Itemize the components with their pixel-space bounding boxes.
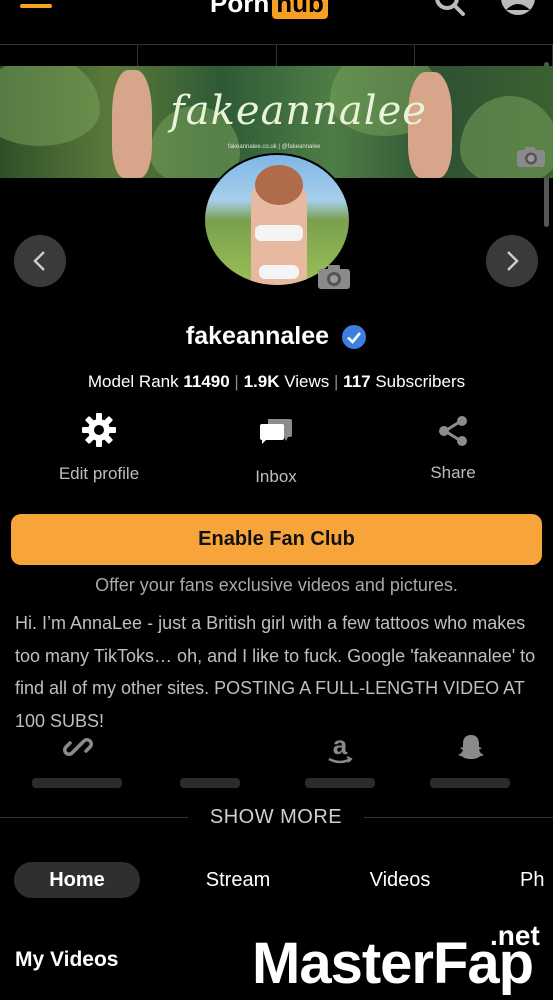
- edit-profile-label: Edit profile: [58, 464, 140, 483]
- next-arrow-button[interactable]: [486, 235, 538, 287]
- logo-badge-text: hub: [272, 0, 328, 19]
- social-link-amazon[interactable]: a: [310, 732, 370, 772]
- category-strip: [0, 44, 553, 66]
- hamburger-menu-icon[interactable]: [20, 4, 52, 8]
- faded-label: [430, 778, 510, 788]
- social-link-snapchat[interactable]: [441, 732, 501, 772]
- svg-text:a: a: [333, 732, 348, 760]
- subscribers-value: 117: [343, 372, 371, 391]
- profile-stats: Model Rank 11490 | 1.9K Views | 117 Subs…: [0, 372, 553, 392]
- tab-videos[interactable]: Videos: [350, 862, 450, 898]
- amazon-icon: a: [328, 732, 353, 764]
- logo-text: Porn: [210, 0, 270, 18]
- top-header: Porn hub: [0, 0, 553, 44]
- link-icon: [63, 738, 93, 756]
- share-label: Share: [430, 463, 476, 482]
- gear-icon: [82, 413, 116, 447]
- edit-avatar-camera-icon[interactable]: [317, 264, 351, 290]
- views-value: 1.9K: [243, 372, 280, 391]
- chevron-left-icon: [33, 251, 45, 271]
- subscribers-label: Subscribers: [375, 372, 466, 391]
- profile-name-row: fakeannalee: [0, 322, 553, 351]
- banner-small-text: fakeannalee.co.uk | @fakeannalee: [228, 144, 321, 150]
- model-rank-label: Model Rank: [87, 372, 179, 391]
- share-icon: [439, 416, 467, 446]
- search-icon[interactable]: [432, 0, 468, 20]
- section-title: My Videos: [15, 948, 119, 971]
- model-rank-value: 11490: [183, 372, 230, 391]
- site-logo[interactable]: Porn hub: [210, 0, 328, 19]
- edit-profile-button[interactable]: Edit profile: [29, 412, 169, 484]
- watermark-suffix: .net: [490, 920, 540, 951]
- show-more-button[interactable]: SHOW MORE: [188, 806, 364, 829]
- fan-club-note: Offer your fans exclusive videos and pic…: [95, 575, 458, 595]
- stats-separator: |: [234, 372, 239, 391]
- stats-separator: |: [334, 372, 339, 391]
- chevron-right-icon: [507, 251, 519, 271]
- profile-bio: Hi. I’m AnnaLee - just a British girl wi…: [15, 613, 536, 731]
- snapchat-ghost-icon: [458, 735, 484, 759]
- watermark: MasterFap .net: [252, 920, 552, 1000]
- tab-stream[interactable]: Stream: [188, 862, 288, 898]
- chat-bubbles-icon: [260, 419, 292, 444]
- tab-photos[interactable]: Ph: [520, 862, 553, 898]
- views-label: Views: [284, 372, 330, 391]
- edit-banner-camera-icon[interactable]: [516, 146, 546, 168]
- social-link-official-site[interactable]: [48, 732, 108, 772]
- faded-label: [180, 778, 240, 788]
- profile-username: fakeannalee: [185, 322, 330, 350]
- share-button[interactable]: Share: [383, 415, 523, 483]
- banner-script-name: fakeannalee: [170, 88, 427, 134]
- divider: [364, 817, 553, 818]
- enable-fan-club-button[interactable]: Enable Fan Club: [11, 514, 542, 565]
- faded-label: [32, 778, 122, 788]
- tab-home[interactable]: Home: [14, 862, 140, 898]
- verified-badge-icon: [342, 324, 367, 349]
- user-account-icon[interactable]: [498, 0, 538, 20]
- divider: [0, 817, 188, 818]
- previous-arrow-button[interactable]: [14, 235, 66, 287]
- inbox-button[interactable]: Inbox: [206, 415, 346, 487]
- faded-label: [305, 778, 375, 788]
- inbox-label: Inbox: [255, 467, 297, 486]
